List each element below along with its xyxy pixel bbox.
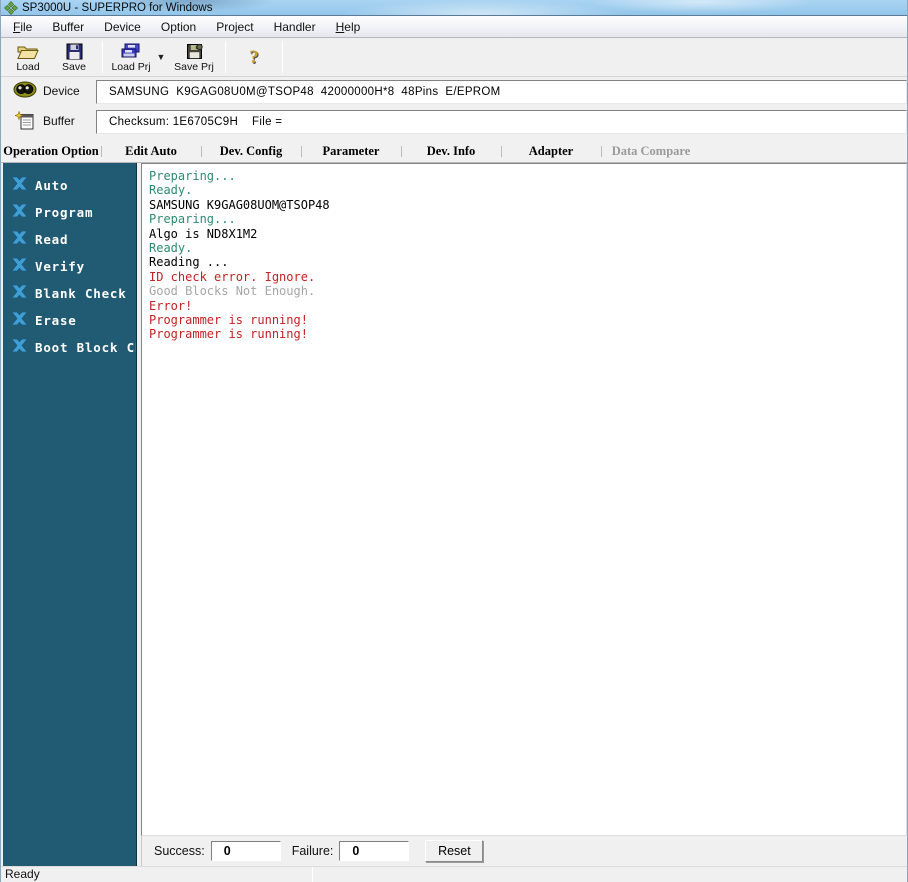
success-label: Success: <box>154 844 205 858</box>
buffer-value: Checksum: 1E6705C9H File = <box>109 116 283 128</box>
device-value: SAMSUNG K9GAG08U0M@TSOP48 42000000H*8 48… <box>109 86 501 98</box>
buffer-row: Buffer Checksum: 1E6705C9H File = <box>1 107 907 136</box>
log-line: Programmer is running! <box>149 313 308 328</box>
help-button[interactable]: ? <box>231 38 277 76</box>
app-window: SP3000U - SUPERPRO for Windows File Buff… <box>0 0 908 882</box>
operation-sidebar: Auto Program Read Verify Blank Check Era… <box>3 163 137 866</box>
dark-floppy-icon <box>186 43 203 60</box>
x-mark-icon <box>11 338 28 357</box>
sidebar-item-label: Auto <box>35 178 69 193</box>
log-line: Ready. <box>149 241 193 256</box>
title-bar: SP3000U - SUPERPRO for Windows <box>1 0 907 16</box>
device-value-field[interactable]: SAMSUNG K9GAG08U0M@TSOP48 42000000H*8 48… <box>96 80 907 104</box>
log-line: Error! <box>149 298 193 313</box>
toolbar-separator <box>282 41 283 73</box>
app-icon <box>4 0 18 15</box>
buffer-notepad-icon[interactable] <box>14 110 35 135</box>
log-line: Ready. <box>149 183 193 198</box>
tab-adapter[interactable]: Adapter <box>501 144 601 159</box>
buffer-label: Buffer <box>43 114 75 128</box>
toolbar-separator <box>225 41 226 73</box>
floppy-icon <box>66 43 83 60</box>
reset-button-label: Reset <box>438 844 471 858</box>
tab-dev-config[interactable]: Dev. Config <box>201 144 301 159</box>
toolbar: Load Save Load Prj ▼ Save Prj ? <box>1 38 907 77</box>
device-row: Device SAMSUNG K9GAG08U0M@TSOP48 4200000… <box>1 77 907 106</box>
menu-bar: File Buffer Device Option Project Handle… <box>1 16 907 38</box>
sidebar-item-blank-check[interactable]: Blank Check <box>3 280 136 307</box>
menu-help[interactable]: Help <box>326 17 371 37</box>
window-title: SP3000U - SUPERPRO for Windows <box>22 1 213 14</box>
log-line: Programmer is running! <box>149 327 308 342</box>
x-mark-icon <box>11 203 28 222</box>
log-output[interactable]: Preparing... Ready. SAMSUNG K9GAG08UOM@T… <box>141 163 907 836</box>
sidebar-item-label: Verify <box>35 259 85 274</box>
save-prj-button[interactable]: Save Prj <box>168 38 220 76</box>
tab-data-compare: Data Compare <box>601 144 701 159</box>
device-label: Device <box>43 84 80 98</box>
sidebar-item-boot-block-check[interactable]: Boot Block Check <box>3 334 136 361</box>
menu-project[interactable]: Project <box>206 17 263 37</box>
failure-count-value: 0 <box>352 844 360 858</box>
counters-panel: Success: 0 Failure: 0 Reset <box>141 836 907 866</box>
log-line: ID check error. Ignore. <box>149 269 316 284</box>
toolbar-separator <box>102 41 103 73</box>
status-text: Ready <box>5 867 40 881</box>
log-line: SAMSUNG K9GAG08UOM@TSOP48 <box>149 197 330 212</box>
log-line: Preparing... <box>149 212 236 227</box>
menu-device[interactable]: Device <box>94 17 151 37</box>
status-bar-right-panel <box>313 867 907 882</box>
x-mark-icon <box>11 176 28 195</box>
load-prj-dropdown-arrow[interactable]: ▼ <box>154 38 168 76</box>
save-prj-button-label: Save Prj <box>174 61 214 73</box>
tab-edit-auto[interactable]: Edit Auto <box>101 144 201 159</box>
log-line: Reading ... <box>149 255 229 270</box>
menu-option[interactable]: Option <box>151 17 206 37</box>
failure-count-field[interactable]: 0 <box>339 841 410 861</box>
sidebar-item-auto[interactable]: Auto <box>3 172 136 199</box>
x-mark-icon <box>11 257 28 276</box>
load-button-label: Load <box>16 61 40 73</box>
success-count-field[interactable]: 0 <box>210 841 281 861</box>
sidebar-item-erase[interactable]: Erase <box>3 307 136 334</box>
load-prj-button[interactable]: Load Prj <box>108 38 154 76</box>
buffer-value-field[interactable]: Checksum: 1E6705C9H File = <box>96 110 907 134</box>
tab-parameter[interactable]: Parameter <box>301 144 401 159</box>
sidebar-item-label: Boot Block Check <box>35 340 136 355</box>
sidebar-item-label: Erase <box>35 313 77 328</box>
reset-button[interactable]: Reset <box>425 840 484 862</box>
x-mark-icon <box>11 284 28 303</box>
tab-dev-info[interactable]: Dev. Info <box>401 144 501 159</box>
x-mark-icon <box>11 311 28 330</box>
open-folder-icon <box>17 43 39 60</box>
sidebar-item-label: Blank Check <box>35 286 127 301</box>
tab-operation-option[interactable]: Operation Option <box>1 144 101 159</box>
sidebar-item-label: Program <box>35 205 94 220</box>
stacked-floppies-icon <box>119 43 143 60</box>
menu-file[interactable]: File <box>3 17 42 37</box>
save-button[interactable]: Save <box>51 38 97 76</box>
log-line: Preparing... <box>149 169 236 183</box>
load-prj-button-label: Load Prj <box>111 61 151 73</box>
save-button-label: Save <box>62 61 86 73</box>
success-count-value: 0 <box>223 844 231 858</box>
x-mark-icon <box>11 230 28 249</box>
status-bar: Ready <box>1 866 907 882</box>
log-line: Algo is ND8X1M2 <box>149 226 258 241</box>
sidebar-item-program[interactable]: Program <box>3 199 136 226</box>
help-question-icon: ? <box>249 47 259 68</box>
tab-bar: Operation Option Edit Auto Dev. Config P… <box>1 140 907 163</box>
device-eyes-icon[interactable] <box>13 81 37 103</box>
sidebar-item-verify[interactable]: Verify <box>3 253 136 280</box>
log-line: Good Blocks Not Enough. <box>149 284 316 299</box>
sidebar-item-label: Read <box>35 232 69 247</box>
load-button[interactable]: Load <box>5 38 51 76</box>
menu-buffer[interactable]: Buffer <box>42 17 94 37</box>
failure-label: Failure: <box>291 844 334 858</box>
menu-handler[interactable]: Handler <box>264 17 326 37</box>
sidebar-item-read[interactable]: Read <box>3 226 136 253</box>
